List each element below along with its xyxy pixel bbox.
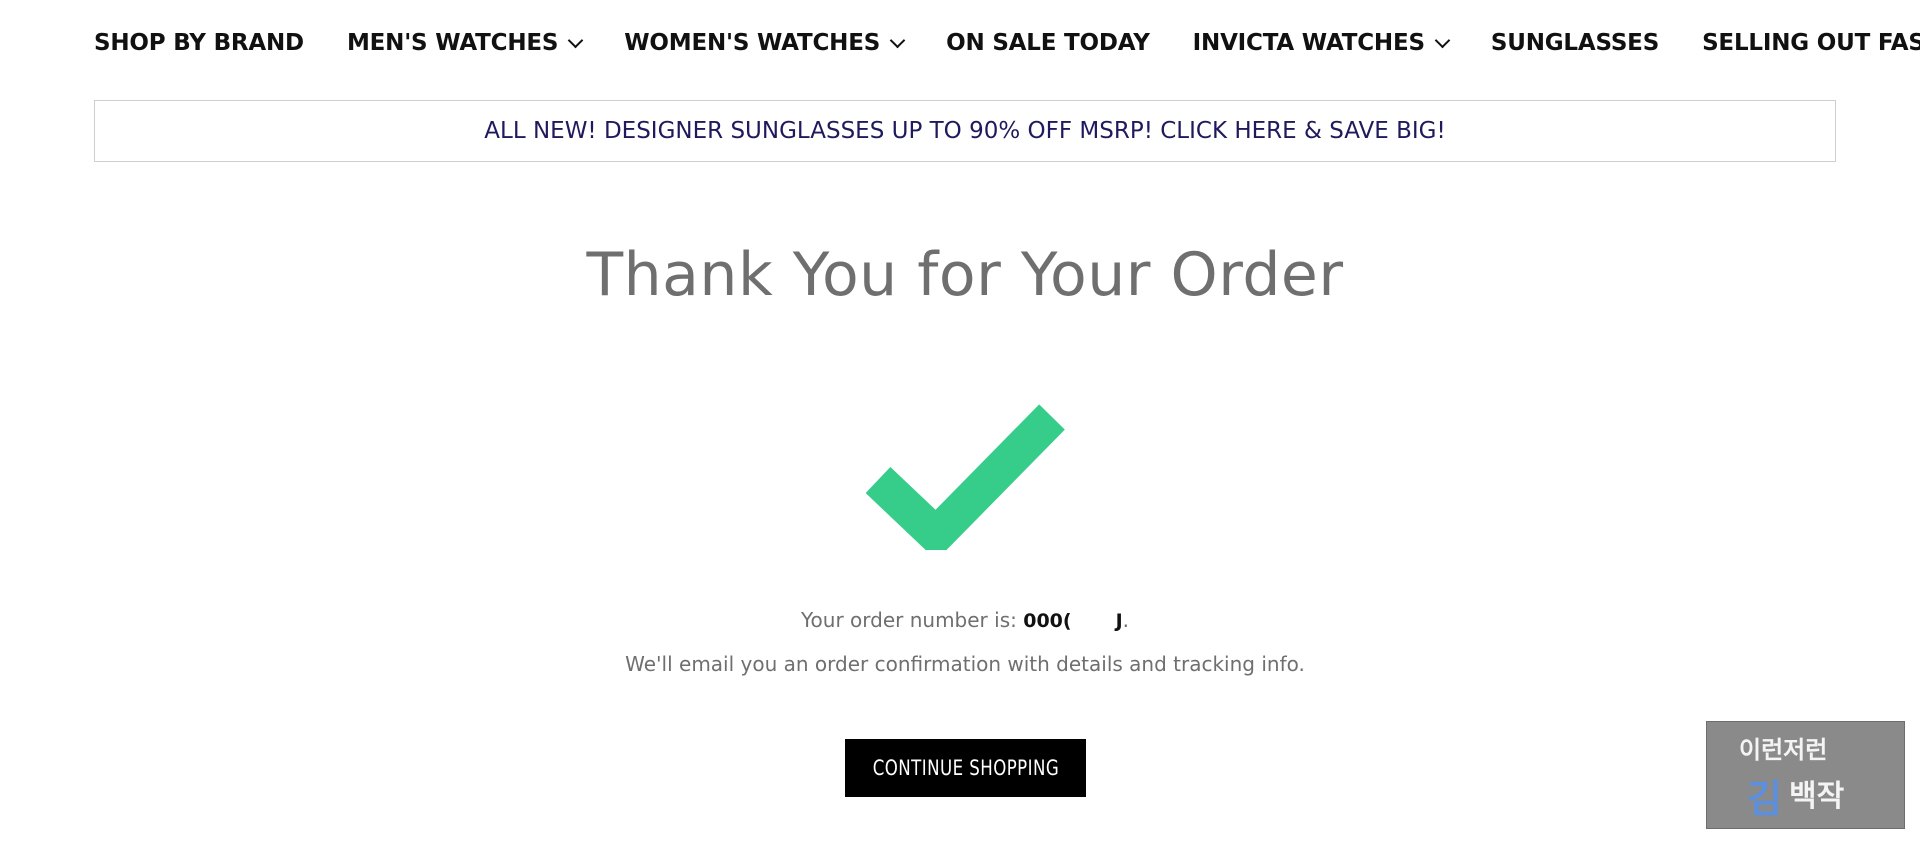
order-number-prefix: Your order number is: bbox=[800, 608, 1024, 632]
order-number-end: J bbox=[1115, 610, 1123, 632]
promo-banner-text: ALL NEW! DESIGNER SUNGLASSES UP TO 90% O… bbox=[484, 118, 1446, 144]
continue-shopping-label: CONTINUE SHOPPING bbox=[872, 756, 1059, 780]
watermark-text-top: 이런저런 bbox=[1739, 736, 1827, 764]
page-title: Thank You for Your Order bbox=[586, 240, 1344, 310]
checkmark-icon bbox=[866, 404, 1065, 550]
watermark-text-bottom-a: 김 bbox=[1747, 777, 1782, 821]
order-number-line: Your order number is: 000( J. bbox=[0, 608, 1920, 632]
continue-shopping-button[interactable]: CONTINUE SHOPPING bbox=[845, 739, 1086, 797]
nav-item-womens-watches[interactable]: WOMEN'S WATCHES bbox=[624, 30, 906, 56]
order-number-suffix: . bbox=[1122, 608, 1130, 632]
promo-banner-link[interactable]: ALL NEW! DESIGNER SUNGLASSES UP TO 90% O… bbox=[94, 100, 1836, 162]
nav-item-label: SELLING OUT FAST! bbox=[1702, 30, 1920, 56]
watermark-graphic: 이런저런 김 백작 bbox=[1739, 736, 1845, 821]
nav-item-sunglasses[interactable]: SUNGLASSES bbox=[1491, 30, 1659, 56]
chevron-down-icon bbox=[567, 32, 584, 48]
watermark-logo: 이런저런 김 백작 bbox=[1706, 721, 1905, 829]
nav-item-label: INVICTA WATCHES bbox=[1192, 30, 1425, 56]
nav-item-label: SHOP BY BRAND bbox=[94, 30, 304, 56]
chevron-down-icon bbox=[1434, 32, 1451, 48]
email-note: We'll email you an order confirmation wi… bbox=[625, 652, 1305, 676]
nav-item-label: MEN'S WATCHES bbox=[346, 30, 559, 56]
nav-item-label: SUNGLASSES bbox=[1490, 30, 1660, 56]
order-number-start: 000( bbox=[1023, 610, 1072, 632]
nav-item-invicta-watches[interactable]: INVICTA WATCHES bbox=[1192, 30, 1451, 56]
nav-item-label: WOMEN'S WATCHES bbox=[624, 30, 881, 56]
nav-item-on-sale-today[interactable]: ON SALE TODAY bbox=[946, 30, 1150, 56]
redacted-area bbox=[1071, 612, 1116, 631]
main-navigation: SHOP BY BRAND MEN'S WATCHES WOMEN'S WATC… bbox=[94, 22, 1920, 64]
nav-item-selling-out-fast[interactable]: SELLING OUT FAST! bbox=[1702, 30, 1920, 56]
chevron-down-icon bbox=[889, 32, 906, 48]
nav-item-shop-by-brand[interactable]: SHOP BY BRAND bbox=[94, 30, 304, 56]
nav-item-mens-watches[interactable]: MEN'S WATCHES bbox=[346, 30, 584, 56]
watermark-text-bottom-b: 백작 bbox=[1789, 779, 1845, 814]
nav-item-label: ON SALE TODAY bbox=[946, 30, 1150, 56]
